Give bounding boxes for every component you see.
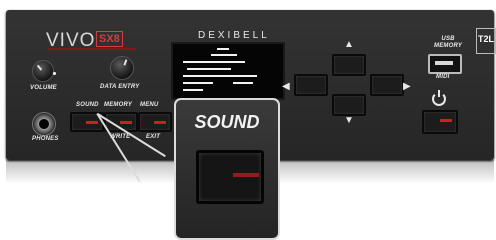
callout-sound-button-led: [233, 173, 259, 177]
t2l-badge: T2L: [476, 28, 496, 54]
power-icon-stem: [438, 90, 440, 97]
exit-button-label: EXIT: [146, 134, 161, 140]
display-line: [211, 54, 237, 56]
dexibell-logo: DEXIBELL: [198, 30, 270, 41]
display-line: [183, 61, 245, 63]
sound-button-label: SOUND: [76, 102, 99, 108]
usb-port-slot: [435, 61, 453, 65]
display-line: [233, 82, 253, 84]
arrow-left-icon: ◀: [282, 81, 290, 92]
data-entry-knob-indicator: [123, 59, 128, 66]
arrow-down-icon: ▼: [344, 115, 354, 126]
up-button[interactable]: [332, 54, 366, 76]
data-entry-label: DATA ENTRY: [100, 84, 140, 90]
callout-sound-button: [196, 150, 264, 204]
phones-jack[interactable]: [32, 112, 56, 136]
menu-button-led: [154, 121, 166, 124]
memory-button-led: [120, 121, 132, 124]
volume-knob-indicator: [36, 64, 43, 71]
volume-label: VOLUME: [30, 85, 57, 91]
usb-memory-label: USB MEMORY: [434, 36, 463, 49]
display-line: [187, 68, 231, 70]
right-button[interactable]: [370, 74, 404, 96]
data-entry-knob[interactable]: [110, 56, 134, 80]
power-button[interactable]: [422, 110, 458, 134]
brand-tagline-bar: [48, 48, 136, 50]
lcd-display: [171, 42, 285, 100]
arrow-right-icon: ▶: [403, 81, 411, 92]
memory-button-label: MEMORY: [104, 102, 133, 108]
callout-title: SOUND: [194, 112, 260, 132]
midi-label: MIDI: [436, 74, 450, 80]
model-badge: SX8: [96, 31, 123, 47]
down-button[interactable]: [332, 94, 366, 116]
display-line: [183, 89, 203, 91]
display-line: [217, 48, 229, 50]
power-button-led: [440, 119, 452, 122]
volume-led: [53, 72, 56, 75]
usb-port[interactable]: [428, 54, 462, 74]
menu-button[interactable]: [138, 112, 172, 132]
sound-button-callout: SOUND: [174, 98, 280, 240]
menu-button-label: MENU: [140, 102, 159, 108]
display-line: [183, 75, 257, 77]
left-button[interactable]: [294, 74, 328, 96]
phones-label: PHONES: [32, 136, 59, 142]
volume-knob[interactable]: [32, 60, 54, 82]
sound-button-led: [86, 121, 98, 124]
arrow-up-icon: ▲: [344, 39, 354, 50]
display-line: [183, 82, 213, 84]
